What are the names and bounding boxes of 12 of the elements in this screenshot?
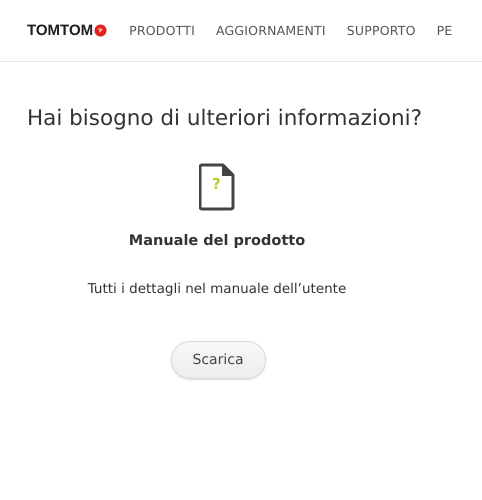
download-button[interactable]: Scarica (170, 341, 266, 379)
nav-link[interactable]: SUPPORTO (346, 23, 416, 38)
nav-link[interactable]: PE (436, 23, 452, 38)
manual-description: Tutti i dettagli nel manuale dell’utente (88, 281, 346, 297)
manual-heading: Manuale del prodotto (128, 233, 306, 249)
question-mark: ? (212, 177, 221, 192)
document-icon (199, 163, 235, 211)
section-title: Hai bisogno di ulteriori informazioni? (27, 106, 424, 131)
logo-text[interactable]: TOMTOM (27, 22, 94, 39)
logo-mark-icon (94, 24, 108, 37)
nav-link[interactable]: PRODOTTI (129, 23, 195, 38)
nav-link[interactable]: AGGIORNAMENTI (216, 23, 326, 38)
